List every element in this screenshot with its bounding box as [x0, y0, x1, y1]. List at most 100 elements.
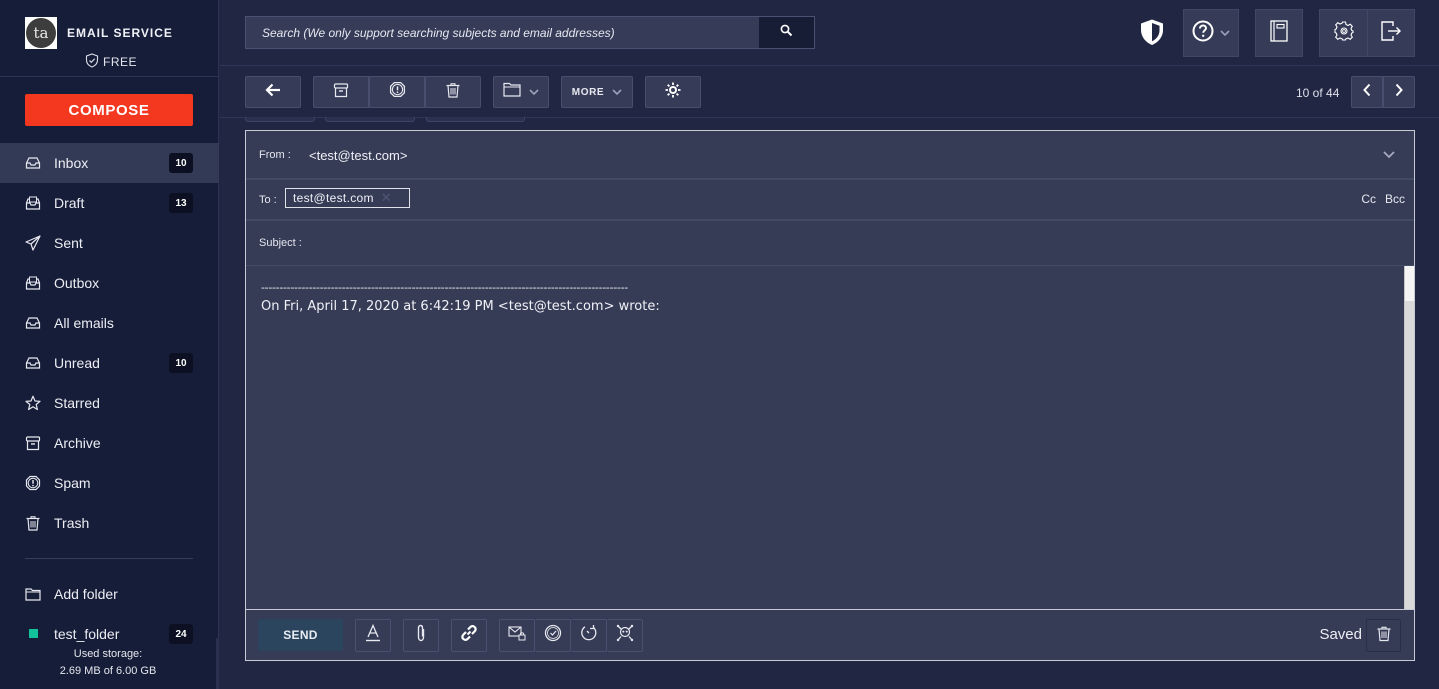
sidebar-item-spam[interactable]: Spam: [0, 463, 219, 503]
chevron-down-icon: [612, 83, 622, 101]
sidebar-item-sent[interactable]: Sent: [0, 223, 219, 263]
chevron-down-icon: [1220, 24, 1230, 42]
subject-input[interactable]: [308, 229, 1388, 257]
envelope-lock-icon: [508, 625, 526, 646]
sidebar-item-label: Spam: [54, 475, 91, 491]
sidebar-item-outbox[interactable]: Outbox: [0, 263, 219, 303]
dead-man-timer-button[interactable]: [607, 619, 643, 652]
subject-label: Subject :: [259, 237, 302, 249]
next-message-button[interactable]: [1383, 76, 1415, 108]
sidebar-item-inbox[interactable]: Inbox 10: [0, 143, 219, 183]
add-folder-row[interactable]: Add folder: [0, 574, 219, 614]
contacts-book-button[interactable]: [1255, 9, 1303, 57]
archive-button[interactable]: [313, 76, 369, 108]
sun-icon: [665, 82, 681, 103]
unread-count-badge: 10: [169, 153, 193, 173]
skull-crossbones-icon: [616, 624, 634, 647]
count-badge: 13: [169, 193, 193, 213]
folder-color-swatch: [29, 629, 38, 638]
sidebar-item-draft[interactable]: Draft 13: [0, 183, 219, 223]
previous-message-button[interactable]: [1351, 76, 1383, 108]
search-icon: [780, 24, 793, 42]
bcc-toggle[interactable]: Bcc: [1385, 192, 1405, 206]
compose-button[interactable]: COMPOSE: [25, 94, 193, 126]
underlying-toolbar-edge: [325, 117, 415, 122]
spam-button[interactable]: [369, 76, 425, 108]
sidebar-item-label: Sent: [54, 235, 83, 251]
sidebar-item-label: Trash: [54, 515, 90, 531]
clock-icon: [544, 624, 562, 647]
schedule-send-button[interactable]: [535, 619, 571, 652]
sidebar-item-trash[interactable]: Trash: [0, 503, 219, 543]
recipient-chip[interactable]: test@test.com ✕: [285, 188, 410, 208]
sidebar-item-starred[interactable]: Starred: [0, 383, 219, 423]
security-shield-button[interactable]: [1138, 18, 1166, 51]
outbox-icon: [25, 275, 41, 291]
sidebar-item-all-emails[interactable]: All emails: [0, 303, 219, 343]
from-label: From :: [259, 149, 291, 161]
discard-draft-button[interactable]: [1366, 619, 1401, 652]
brand-title: EMAIL SERVICE: [67, 26, 173, 40]
cc-toggle[interactable]: Cc: [1361, 192, 1376, 206]
scrollbar-thumb[interactable]: [1405, 266, 1414, 301]
chevron-left-icon: [1362, 83, 1372, 102]
message-counter: 10 of 44: [1296, 86, 1340, 100]
settings-button[interactable]: [1319, 9, 1368, 57]
storage-info: Used storage: 2.69 MB of 6.00 GB: [0, 646, 216, 680]
chevron-down-icon: [529, 83, 539, 101]
recipient-address: test@test.com: [293, 191, 374, 205]
sidebar-item-label: All emails: [54, 315, 114, 331]
delete-button[interactable]: [425, 76, 481, 108]
sidebar-item-label: Inbox: [54, 155, 89, 171]
from-field: From : <test@test.com>: [246, 131, 1414, 180]
remove-recipient-icon[interactable]: ✕: [381, 190, 392, 206]
brand-header: ta EMAIL SERVICE FREE: [0, 0, 218, 77]
theme-toggle-button[interactable]: [645, 76, 701, 108]
sidebar-item-label: Outbox: [54, 275, 100, 291]
sidebar-item-label: Starred: [54, 395, 100, 411]
link-icon: [460, 624, 478, 647]
sidebar-item-unread[interactable]: Unread 10: [0, 343, 219, 383]
help-icon: [1192, 20, 1214, 47]
help-menu-button[interactable]: [1183, 9, 1239, 57]
search-input[interactable]: [246, 17, 759, 48]
sidebar-item-label: Unread: [54, 355, 100, 371]
folder-label: test_folder: [54, 626, 120, 642]
draft-icon: [25, 195, 41, 211]
plan-label: FREE: [103, 55, 138, 69]
send-button[interactable]: SEND: [258, 619, 343, 651]
add-folder-button[interactable]: Add folder: [0, 574, 219, 614]
logo[interactable]: ta: [25, 17, 57, 49]
shield-icon: [1139, 18, 1165, 51]
folder-nav: Inbox 10 Draft 13 Sent Outbox All emails: [0, 143, 219, 543]
inbox-icon: [25, 155, 41, 171]
text-format-icon: [365, 623, 381, 647]
top-bar: [220, 0, 1439, 66]
sidebar-folder-test-folder[interactable]: test_folder 24: [0, 618, 219, 648]
body-scrollbar[interactable]: [1404, 266, 1414, 610]
sidebar-item-label: Archive: [54, 435, 101, 451]
text-format-button[interactable]: [355, 619, 391, 652]
storage-value: 2.69 MB of 6.00 GB: [59, 665, 157, 677]
encrypt-button[interactable]: [499, 619, 535, 652]
search-button[interactable]: [759, 17, 814, 48]
more-label: MORE: [571, 86, 605, 98]
unread-count-badge: 10: [169, 353, 193, 373]
self-destruct-timer-button[interactable]: [571, 619, 607, 652]
back-button[interactable]: [245, 76, 301, 108]
attach-button[interactable]: [403, 619, 439, 652]
insert-link-button[interactable]: [451, 619, 487, 652]
sidebar-scrollbar[interactable]: [216, 638, 219, 689]
sidebar-item-archive[interactable]: Archive: [0, 423, 219, 463]
composer-footer: SEND Saved: [246, 609, 1414, 660]
move-to-folder-button[interactable]: [493, 76, 549, 108]
timer-reset-icon: [580, 624, 598, 647]
from-address-select[interactable]: <test@test.com>: [309, 148, 407, 163]
message-body-editor[interactable]: ----------------------------------------…: [246, 266, 1404, 609]
chevron-down-icon[interactable]: [1382, 147, 1396, 161]
logout-button[interactable]: [1367, 9, 1415, 57]
paperclip-icon: [415, 624, 427, 647]
search-bar: [245, 16, 815, 49]
more-actions-button[interactable]: MORE: [561, 76, 633, 108]
archive-icon: [333, 82, 349, 103]
